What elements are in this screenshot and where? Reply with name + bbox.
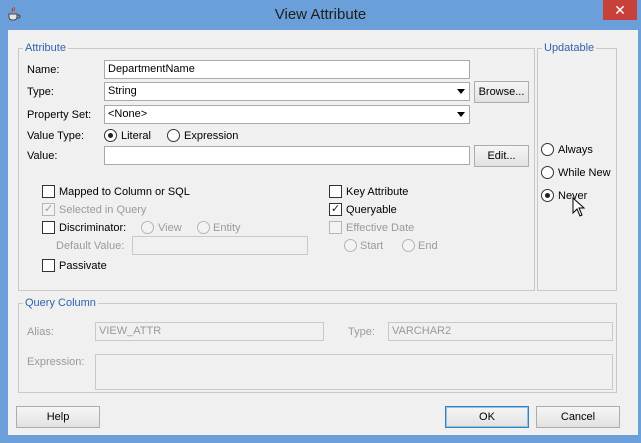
key-attribute-label[interactable]: Key Attribute (346, 185, 408, 199)
view-radio[interactable] (141, 221, 154, 234)
selected-in-query-checkbox[interactable]: ✓ (42, 203, 55, 216)
browse-button[interactable]: Browse... (474, 81, 529, 103)
effective-date-checkbox[interactable] (329, 221, 342, 234)
checkmark-icon: ✓ (331, 203, 341, 215)
queryable-checkbox[interactable]: ✓ (329, 203, 342, 216)
view-attribute-dialog: View Attribute ✕ Attribute Name: Departm… (0, 0, 641, 443)
mapped-to-column-label[interactable]: Mapped to Column or SQL (59, 185, 190, 199)
start-radio[interactable] (344, 239, 357, 252)
type-select[interactable]: String (104, 82, 470, 101)
passivate-checkbox[interactable] (42, 259, 55, 272)
property-set-select[interactable]: <None> (104, 105, 470, 124)
value-input[interactable] (104, 146, 470, 165)
mapped-to-column-checkbox[interactable] (42, 185, 55, 198)
end-radio[interactable] (402, 239, 415, 252)
always-radio-label[interactable]: Always (558, 143, 593, 157)
value-label: Value: (27, 150, 58, 162)
help-button[interactable]: Help (16, 406, 100, 428)
expression-radio[interactable] (167, 129, 180, 142)
alias-input[interactable]: VIEW_ATTR (95, 322, 324, 341)
name-input[interactable]: DepartmentName (104, 60, 470, 79)
type-select-value: String (108, 85, 137, 97)
selected-in-query-label[interactable]: Selected in Query (59, 203, 146, 217)
name-label: Name: (27, 64, 60, 76)
alias-label: Alias: (27, 326, 54, 338)
column-type-input[interactable]: VARCHAR2 (388, 322, 613, 341)
chevron-down-icon (457, 112, 465, 117)
always-radio[interactable] (541, 143, 554, 156)
value-type-label: Value Type: (27, 130, 85, 142)
expression-radio-label[interactable]: Expression (184, 129, 238, 143)
entity-radio[interactable] (197, 221, 210, 234)
checkmark-icon: ✓ (44, 203, 54, 215)
start-radio-label[interactable]: Start (360, 239, 383, 253)
type-label: Type: (27, 86, 54, 98)
column-type-label: Type: (348, 326, 375, 338)
close-icon: ✕ (614, 2, 626, 18)
view-radio-label[interactable]: View (158, 221, 182, 235)
property-set-label: Property Set: (27, 109, 92, 121)
default-value-input[interactable] (132, 236, 308, 255)
passivate-label[interactable]: Passivate (59, 259, 107, 273)
discriminator-checkbox[interactable] (42, 221, 55, 234)
discriminator-label[interactable]: Discriminator: (59, 221, 126, 235)
entity-radio-label[interactable]: Entity (213, 221, 241, 235)
close-button[interactable]: ✕ (603, 0, 637, 20)
default-value-label: Default Value: (56, 240, 125, 252)
radio-dot (108, 133, 113, 138)
dialog-body: Attribute Name: DepartmentName Type: Str… (8, 30, 638, 435)
effective-date-label[interactable]: Effective Date (346, 221, 414, 235)
edit-button[interactable]: Edit... (474, 145, 529, 167)
queryable-label[interactable]: Queryable (346, 203, 397, 217)
ok-button[interactable]: OK (445, 406, 529, 428)
updatable-legend: Updatable (542, 41, 597, 55)
property-set-value: <None> (108, 108, 148, 120)
window-title: View Attribute (274, 6, 367, 23)
radio-dot (545, 193, 550, 198)
literal-radio[interactable] (104, 129, 117, 142)
while-new-radio-label[interactable]: While New (558, 166, 611, 180)
mouse-pointer-icon (572, 197, 586, 217)
cancel-button[interactable]: Cancel (536, 406, 620, 428)
attribute-legend: Attribute (23, 41, 68, 55)
chevron-down-icon (457, 89, 465, 94)
while-new-radio[interactable] (541, 166, 554, 179)
end-radio-label[interactable]: End (418, 239, 438, 253)
query-expression-label: Expression: (27, 356, 85, 368)
key-attribute-checkbox[interactable] (329, 185, 342, 198)
literal-label[interactable]: Literal (121, 129, 151, 143)
query-expression-input[interactable] (95, 354, 613, 390)
never-radio[interactable] (541, 189, 554, 202)
query-column-legend: Query Column (23, 296, 98, 310)
title-bar[interactable]: View Attribute ✕ (0, 0, 641, 30)
